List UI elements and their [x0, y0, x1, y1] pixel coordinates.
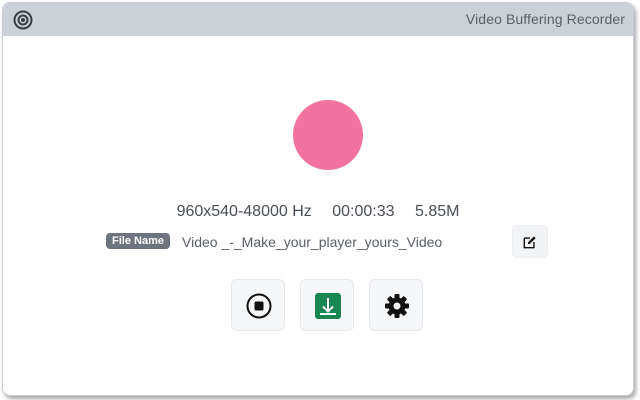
- edit-filename-button[interactable]: [512, 225, 548, 258]
- file-name-input[interactable]: [182, 232, 472, 252]
- resolution-text: 960x540-48000 Hz: [176, 203, 312, 220]
- recording-indicator: [293, 100, 363, 170]
- stop-circle-icon: [246, 293, 272, 319]
- duration-text: 00:00:33: [332, 203, 395, 220]
- file-name-badge: File Name: [106, 233, 170, 249]
- pencil-square-icon: [523, 236, 536, 249]
- download-button[interactable]: [300, 279, 354, 331]
- download-arrow-icon: [315, 293, 341, 319]
- size-text: 5.85M: [414, 203, 460, 220]
- settings-button[interactable]: [369, 279, 423, 331]
- recording-stats: 960x540-48000 Hz 00:00:33 5.85M: [3, 203, 633, 221]
- filename-row: File Name: [106, 232, 506, 252]
- record-target-icon: [13, 10, 33, 30]
- window-title: Video Buffering Recorder: [465, 11, 625, 27]
- recorder-window: Video Buffering Recorder 960x540-48000 H…: [2, 2, 634, 396]
- stop-recording-button[interactable]: [231, 279, 285, 331]
- title-bar: Video Buffering Recorder: [3, 3, 633, 36]
- gear-icon: [385, 294, 409, 318]
